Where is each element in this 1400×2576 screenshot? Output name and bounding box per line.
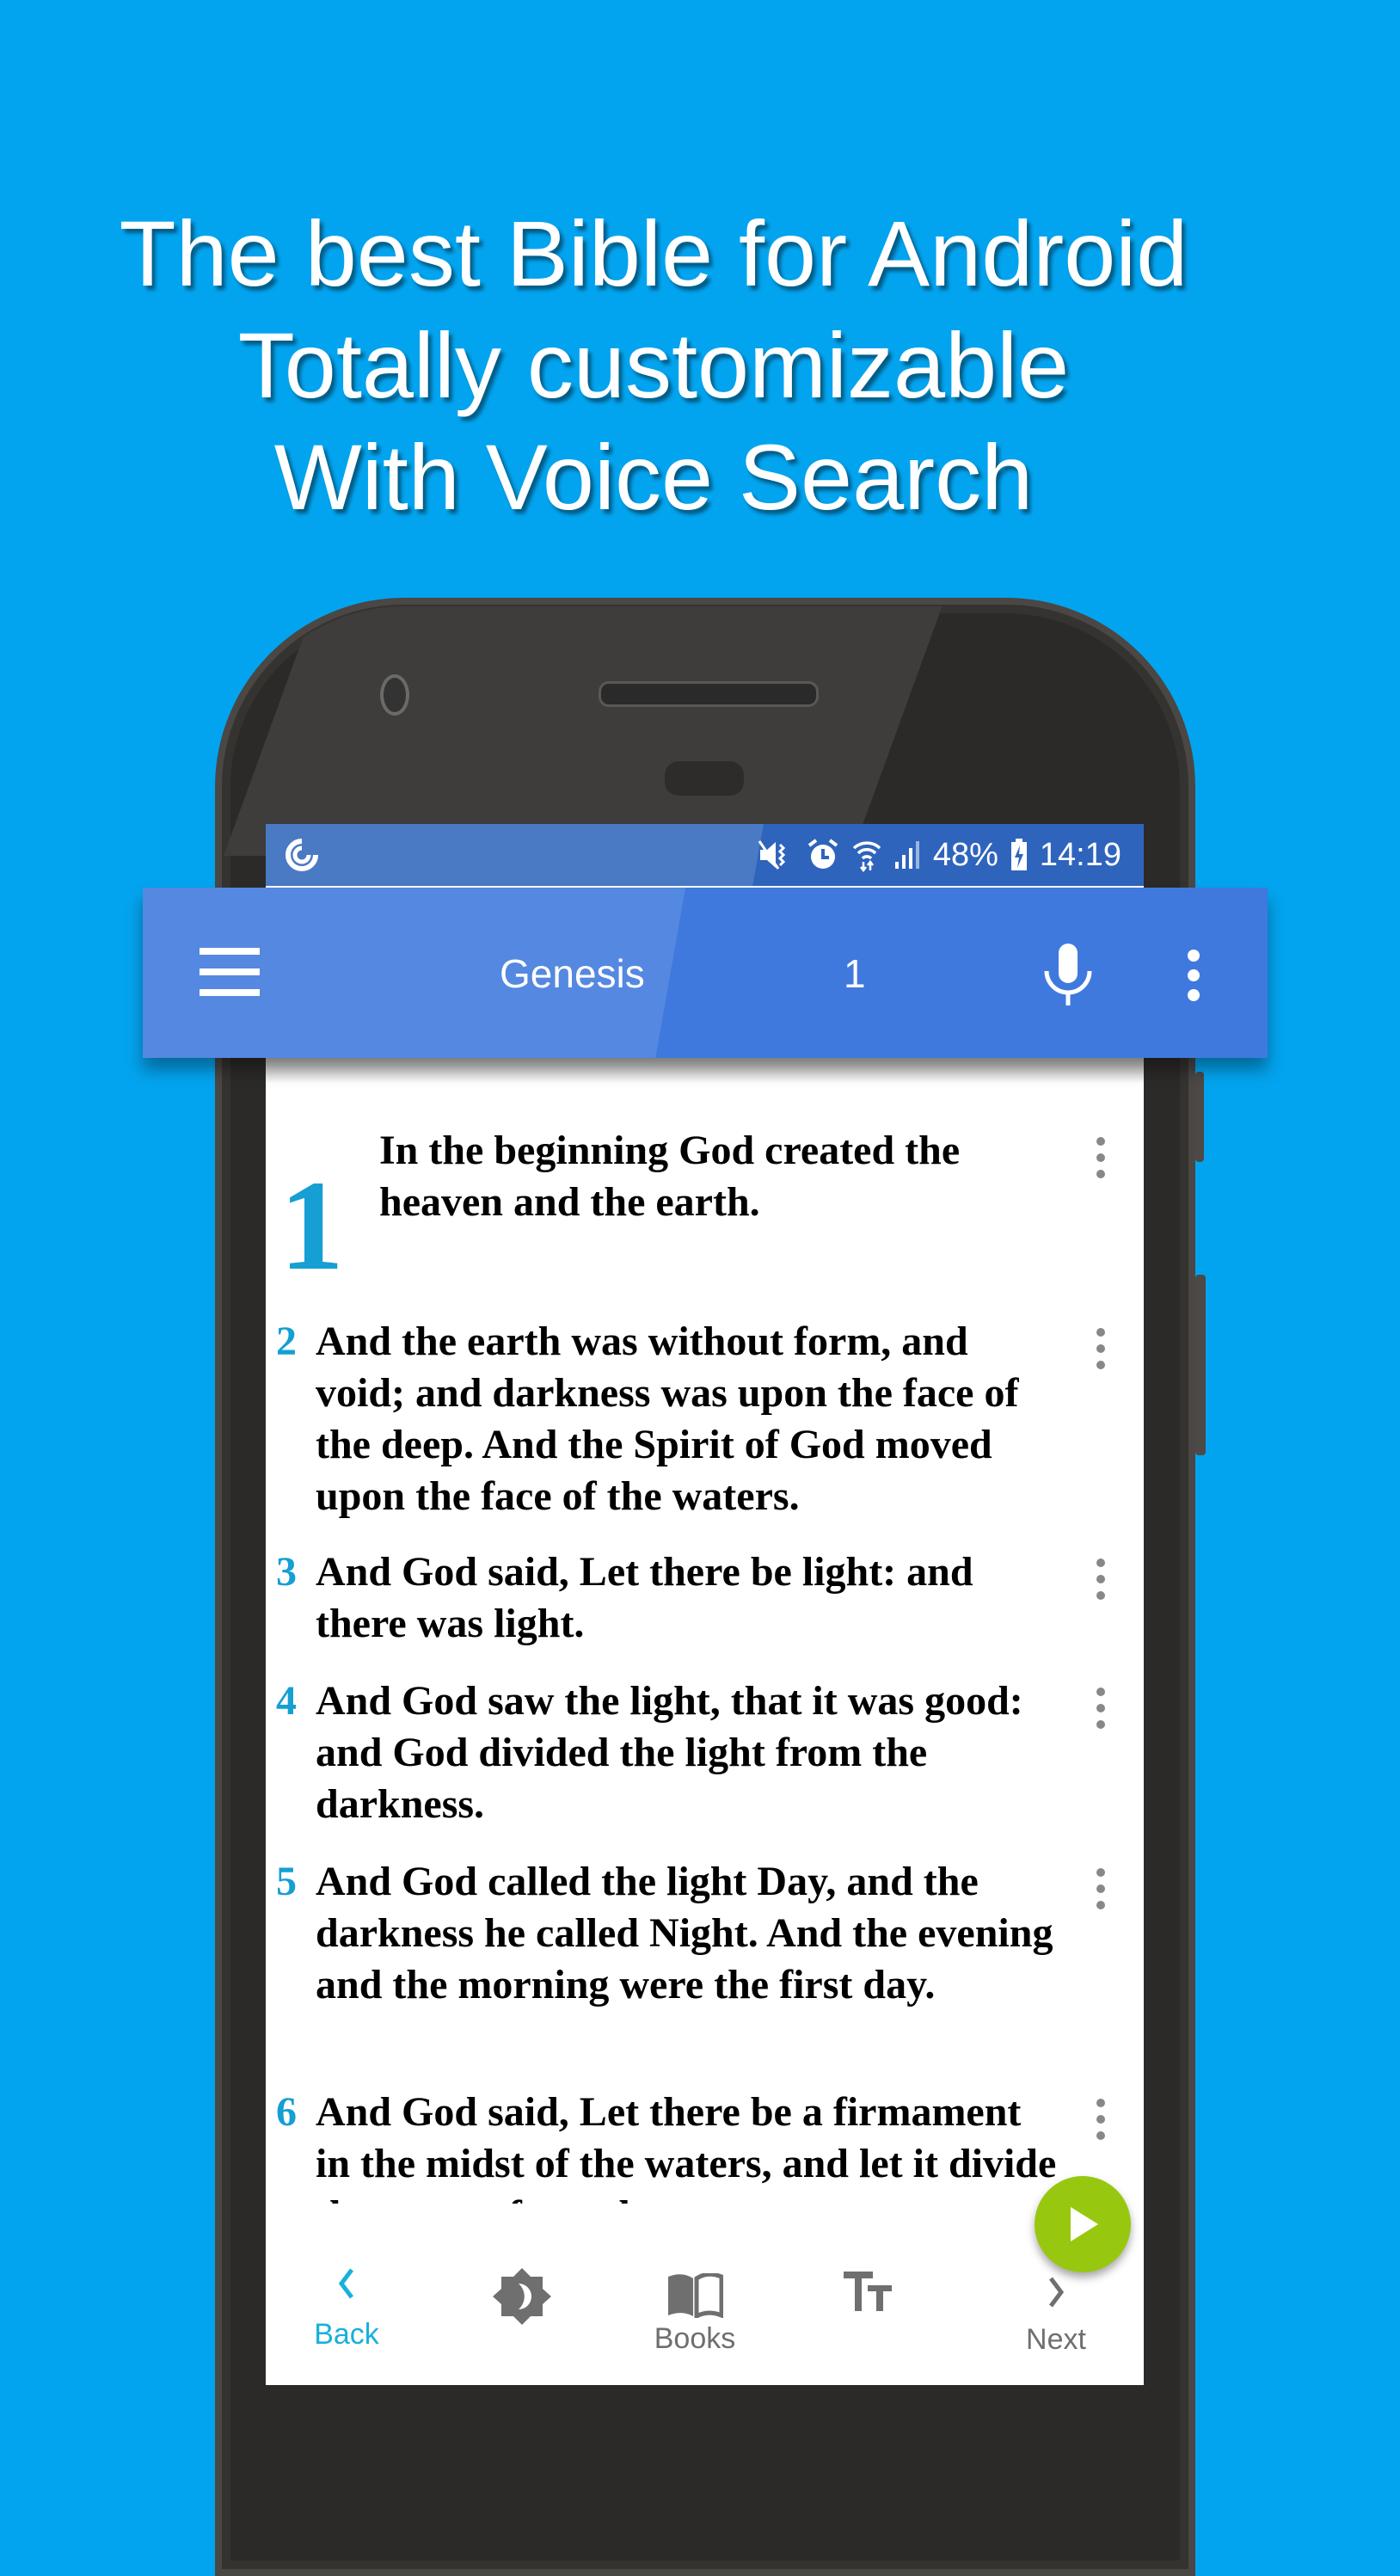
alarm-icon: [807, 839, 838, 869]
hamburger-menu-icon[interactable]: [200, 948, 260, 998]
verse-number: 6: [276, 2089, 297, 2135]
verse-number: 1: [279, 1154, 344, 1297]
chevron-right-icon: [1049, 2277, 1065, 2308]
promo-headline: The best Bible for Android Totally custo…: [0, 198, 1307, 533]
text-size-icon: [844, 2272, 892, 2311]
verse-text: And the earth was without form, and void…: [316, 1319, 1019, 1519]
bottom-navigation: Back Books Next: [266, 2241, 1144, 2385]
verse-options-button[interactable]: [1095, 1688, 1107, 1737]
verse-options-button[interactable]: [1095, 1559, 1107, 1608]
verse-text: And God saw the light, that it was good:…: [316, 1678, 1023, 1827]
verse-number: 4: [276, 1678, 297, 1724]
status-icons: 48% 14:19: [758, 833, 1121, 877]
chapter-content[interactable]: 1 In the beginning God created the heave…: [266, 1058, 1144, 2204]
brightness-night-icon: [493, 2268, 551, 2325]
earpiece-speaker: [599, 681, 819, 707]
battery-percent: 48%: [932, 836, 998, 873]
verse-options-button[interactable]: [1095, 1328, 1107, 1377]
more-vert-icon[interactable]: [1185, 950, 1202, 1001]
play-audio-button[interactable]: [1035, 2176, 1131, 2272]
phone-screen: 48% 14:19 1 In the beginning God created…: [266, 824, 1144, 2385]
verse-item: 1 In the beginning God created the heave…: [266, 1125, 1144, 1297]
chapter-selector[interactable]: 1: [844, 950, 866, 998]
power-button: [1195, 1072, 1204, 1162]
promo-line-2: Totally customizable: [237, 313, 1070, 417]
app-bar: Genesis 1: [143, 888, 1268, 1058]
verse-number: 2: [276, 1319, 297, 1364]
verse-text: And God called the light Day, and the da…: [316, 1859, 1053, 2007]
nav-next-label: Next: [1026, 2323, 1086, 2356]
volume-button: [1195, 1275, 1206, 1455]
status-time: 14:19: [1039, 836, 1121, 873]
proximity-sensor: [665, 761, 744, 796]
status-bar: 48% 14:19: [266, 824, 1144, 886]
cell-signal-icon: [894, 841, 919, 869]
battery-charging-icon: [1010, 839, 1027, 870]
app-notification-icon: [286, 839, 318, 871]
verse-text: In the beginning God created the heaven …: [379, 1128, 961, 1225]
nav-back-button[interactable]: Back: [278, 2241, 415, 2385]
promo-line-3: With Voice Search: [273, 425, 1034, 529]
nav-text-size-button[interactable]: [800, 2241, 937, 2385]
nav-books-label: Books: [654, 2322, 736, 2355]
nav-books-button[interactable]: Books: [626, 2241, 764, 2385]
chevron-left-icon: [338, 2268, 353, 2299]
phone-glare: [224, 606, 1187, 856]
verse-options-button[interactable]: [1095, 2099, 1107, 2148]
verse-text: And God said, Let there be light: and th…: [316, 1549, 973, 1646]
nav-night-mode-button[interactable]: [453, 2241, 591, 2385]
promo-line-1: The best Bible for Android: [119, 201, 1188, 305]
microphone-icon[interactable]: [1041, 944, 1095, 1005]
book-selector[interactable]: Genesis: [500, 950, 645, 998]
verse-number: 5: [276, 1859, 297, 1904]
verse-options-button[interactable]: [1095, 1868, 1107, 1917]
front-camera-icon: [380, 674, 409, 716]
play-icon: [1071, 2207, 1098, 2241]
verse-text: And God said, Let there be a firmament i…: [316, 2089, 1057, 2204]
verse-options-button[interactable]: [1095, 1137, 1107, 1186]
verse-number: 3: [276, 1549, 297, 1595]
nav-back-label: Back: [314, 2318, 379, 2351]
open-book-icon: [668, 2273, 723, 2318]
mute-vibrate-icon: [758, 840, 785, 870]
wifi-data-icon: [852, 841, 881, 872]
